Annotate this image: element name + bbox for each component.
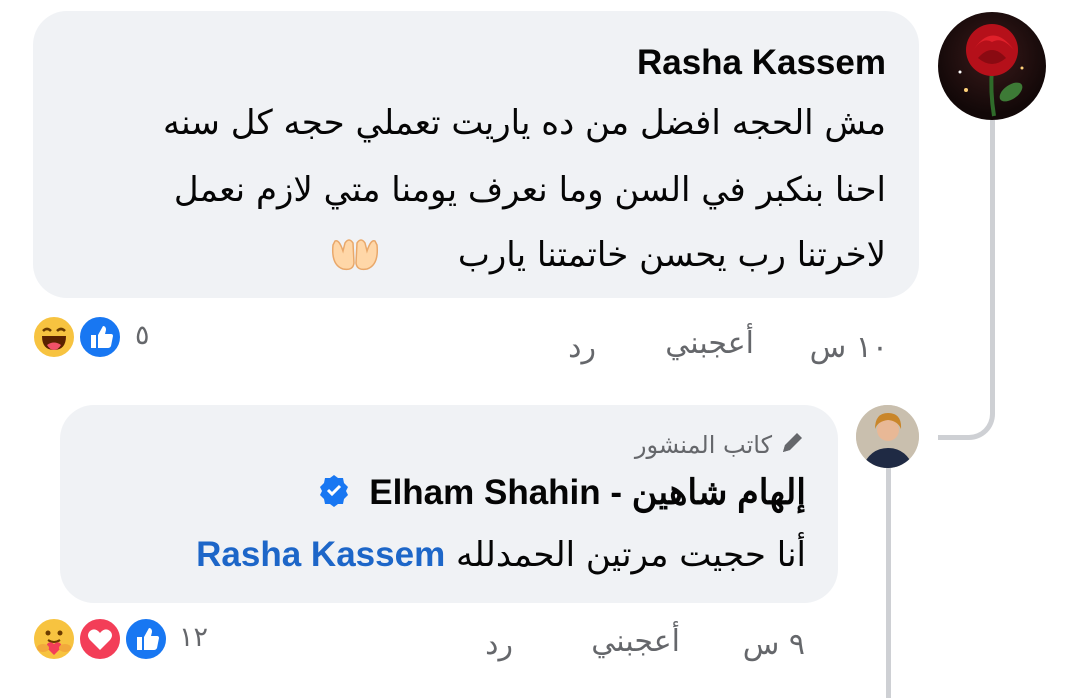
comment-bubble: Rasha Kassem مش الحجه افضل من ده ياريت ت… (33, 11, 919, 298)
reply-author-name: إلهام شاهين - Elham Shahin (369, 473, 806, 512)
reply-timestamp[interactable]: ٩ س (743, 627, 805, 662)
love-icon (77, 616, 123, 662)
reaction-count: ٥ (135, 320, 150, 351)
reply-bubble: كاتب المنشور إلهام شاهين - Elham Shahin … (60, 405, 838, 603)
reply-text: أنا حجيت مرتين الحمدلله Rasha Kassem (196, 535, 806, 575)
like-icon (123, 616, 169, 662)
verified-badge-icon (317, 473, 351, 516)
comment-text-line: احنا بنكبر في السن وما نعرف يومنا متي لا… (173, 170, 886, 210)
reply-text-body: أنا حجيت مرتين الحمدلله (456, 535, 806, 575)
comment-text-line: مش الحجه افضل من ده ياريت تعملي حجه كل س… (162, 103, 886, 143)
comment-timestamp[interactable]: ١٠ س (810, 330, 888, 365)
author-badge: كاتب المنشور (635, 429, 806, 463)
care-icon (31, 616, 77, 662)
reply-like-link[interactable]: أعجبني (591, 624, 680, 659)
mention-link[interactable]: Rasha Kassem (196, 535, 445, 574)
praying-hands-icon (329, 235, 381, 273)
reply-reply-link[interactable]: رد (485, 627, 513, 662)
thread-line (886, 468, 891, 698)
author-badge-label: كاتب المنشور (634, 431, 772, 459)
thread-connector (938, 120, 995, 440)
like-icon (77, 314, 123, 360)
like-link[interactable]: أعجبني (665, 326, 754, 361)
haha-icon (31, 314, 77, 360)
reply-link[interactable]: رد (568, 330, 596, 365)
pencil-icon (778, 429, 806, 463)
rose-avatar-image (958, 24, 1024, 117)
reply-avatar[interactable] (856, 405, 919, 468)
reply-author[interactable]: إلهام شاهين - Elham Shahin (317, 473, 806, 516)
reactions-summary[interactable]: ٥ (31, 314, 156, 360)
person-avatar-image (856, 405, 919, 468)
reply-reactions-summary[interactable]: ١٢ (31, 616, 211, 662)
reply-reaction-count: ١٢ (179, 622, 209, 653)
comment-text-line: لاخرتنا رب يحسن خاتمتنا يارب (457, 235, 886, 275)
comment-author[interactable]: Rasha Kassem (637, 43, 886, 83)
avatar[interactable] (938, 12, 1046, 120)
